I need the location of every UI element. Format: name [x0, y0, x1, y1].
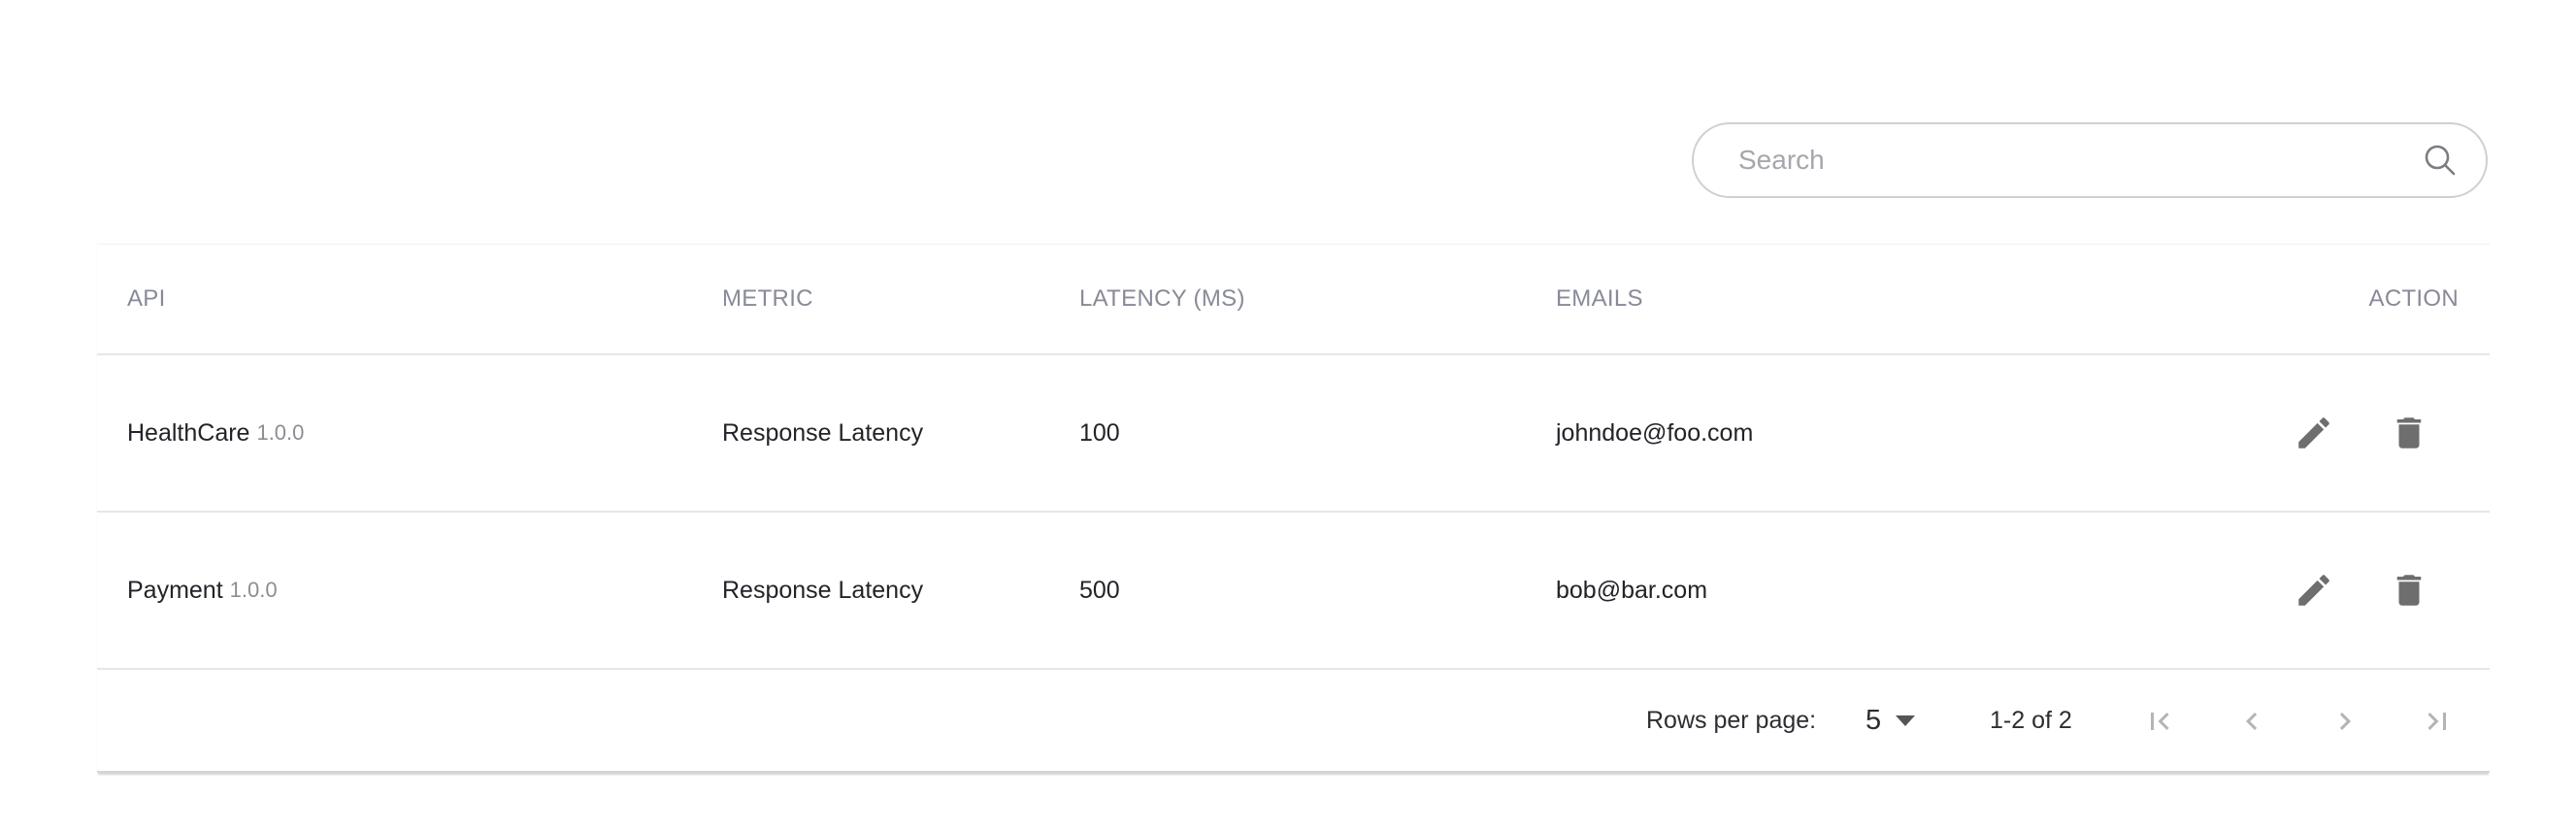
row-actions — [2291, 355, 2432, 511]
column-header-latency[interactable]: LATENCY (MS) — [1079, 245, 1245, 353]
api-cell: Payment 1.0.0 — [127, 513, 278, 668]
api-version: 1.0.0 — [229, 578, 278, 602]
first-page-button[interactable] — [2136, 670, 2183, 772]
pencil-icon — [2298, 417, 2329, 449]
api-version: 1.0.0 — [256, 420, 305, 445]
table-row: HealthCare 1.0.0 Response Latency 100 jo… — [97, 355, 2490, 513]
chevron-right-icon — [2339, 712, 2351, 730]
delete-button[interactable] — [2386, 410, 2432, 456]
search-icon[interactable] — [2420, 140, 2460, 181]
table-header-row: API METRIC LATENCY (MS) EMAILS ACTION — [97, 245, 2490, 355]
pagination-range: 1-2 of 2 — [1990, 707, 2072, 734]
table-pagination: Rows per page: 5 1-2 of 2 — [97, 670, 2490, 772]
trash-icon — [2396, 417, 2422, 449]
rows-per-page-value: 5 — [1866, 705, 1882, 736]
api-name: HealthCare — [127, 418, 250, 447]
column-header-api[interactable]: API — [127, 245, 166, 353]
caret-down-icon — [1896, 715, 1916, 726]
rows-per-page-select[interactable]: 5 — [1866, 670, 1916, 772]
chevron-left-icon — [2246, 712, 2258, 730]
column-header-metric[interactable]: METRIC — [722, 245, 813, 353]
latency-cell: 500 — [1079, 576, 1120, 604]
search-input[interactable] — [1738, 145, 2420, 176]
metric-cell: Response Latency — [722, 576, 924, 604]
pencil-icon — [2298, 575, 2329, 606]
next-page-button[interactable] — [2322, 670, 2368, 772]
previous-page-button[interactable] — [2229, 670, 2275, 772]
latency-cell: 100 — [1079, 418, 1120, 447]
row-actions — [2291, 513, 2432, 668]
delete-button[interactable] — [2386, 567, 2432, 614]
email-cell: johndoe@foo.com — [1556, 418, 1754, 447]
api-name: Payment — [127, 576, 223, 604]
metric-cell: Response Latency — [722, 418, 924, 447]
last-page-icon — [2427, 712, 2446, 730]
column-header-action: ACTION — [2368, 285, 2459, 312]
edit-button[interactable] — [2291, 567, 2337, 614]
email-cell: bob@bar.com — [1556, 576, 1708, 604]
alerts-table: API METRIC LATENCY (MS) EMAILS ACTION He… — [97, 244, 2490, 773]
first-page-icon — [2151, 712, 2169, 730]
rows-per-page-label: Rows per page: — [1646, 707, 1817, 734]
column-header-emails[interactable]: EMAILS — [1556, 245, 1643, 353]
trash-icon — [2396, 575, 2422, 606]
last-page-button[interactable] — [2414, 670, 2460, 772]
search-box[interactable] — [1692, 122, 2488, 198]
table-row: Payment 1.0.0 Response Latency 500 bob@b… — [97, 513, 2490, 670]
edit-button[interactable] — [2291, 410, 2337, 456]
api-cell: HealthCare 1.0.0 — [127, 355, 304, 511]
